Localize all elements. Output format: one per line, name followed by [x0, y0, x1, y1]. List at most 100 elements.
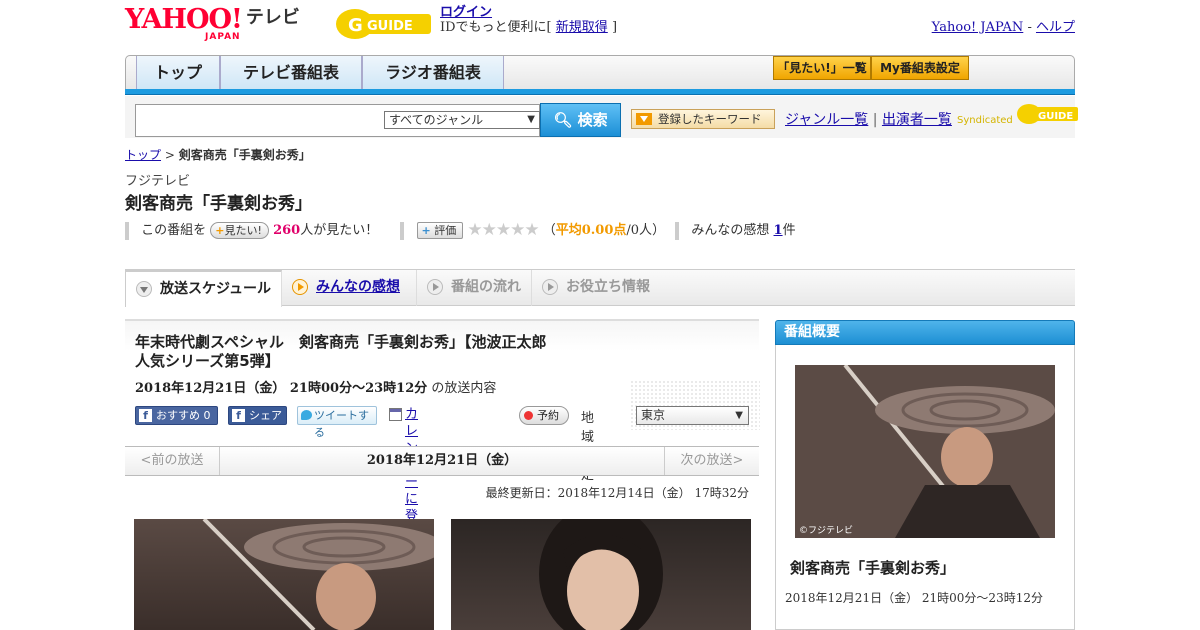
genre-select-value: すべてのジャンル	[389, 113, 484, 127]
reserve-button[interactable]: 予約	[519, 406, 569, 425]
login-link[interactable]: ログイン	[440, 5, 492, 20]
play-arrow-icon	[427, 279, 443, 295]
tv-label: テレビ	[245, 7, 300, 28]
chevron-down-icon	[136, 281, 152, 297]
tab-label: 放送スケジュール	[160, 281, 272, 297]
broadcast-time: 2018年12月21日（金） 21時00分～23時12分 の放送内容	[135, 377, 496, 396]
want-suffix: 人が見たい！	[300, 223, 379, 238]
genre-select[interactable]: すべてのジャンル ▼	[384, 111, 540, 129]
current-date: 2018年12月21日（金）	[366, 453, 518, 468]
want-prefix: この番組を	[141, 223, 207, 238]
broadcast-suffix: の放送内容	[431, 381, 497, 396]
rating-row: この番組を +見たい! 260人が見たい！ + 評価 ★★★★★ （平均0.00…	[125, 221, 796, 240]
impressions-count-link[interactable]: 1	[774, 223, 783, 238]
yahoo-japan-link[interactable]: Yahoo! JAPAN	[932, 20, 1024, 35]
keyword-button-label: 登録したキーワード	[658, 112, 762, 126]
plus-icon: +	[215, 224, 225, 237]
breadcrumb-separator: >	[164, 148, 175, 162]
tab-impressions[interactable]: みんなの感想	[282, 270, 417, 306]
rating-close: ）	[652, 223, 666, 238]
nav-tab-tv-schedule[interactable]: テレビ番組表	[220, 56, 362, 90]
sidebar-photo-art: ©フジテレビ	[795, 365, 1055, 538]
prev-broadcast-link[interactable]: <前の放送	[125, 447, 220, 475]
want-button[interactable]: +見たい!	[210, 222, 269, 239]
want-count: 260	[273, 223, 301, 238]
play-arrow-icon	[292, 279, 308, 295]
yahoo-tv-logo[interactable]: YAHOO! テレビ JAPAN	[125, 4, 300, 42]
breadcrumb-home[interactable]: トップ	[125, 148, 161, 162]
broadcast-datetime: 2018年12月21日（金） 21時00分～23時12分	[135, 381, 428, 396]
login-note-suffix: ]	[611, 20, 618, 35]
separator	[675, 221, 680, 240]
keyword-button[interactable]: 登録したキーワード	[631, 109, 775, 129]
rate-button[interactable]: + 評価	[416, 222, 464, 239]
chevron-down-icon: ▼	[527, 114, 535, 125]
dropdown-arrow-icon	[636, 113, 652, 125]
gguide-small-logo: GUIDE	[1016, 104, 1078, 124]
signup-link[interactable]: 新規取得	[556, 20, 608, 35]
sidebar-heading: 番組概要	[775, 320, 1075, 345]
nav-tab-radio-schedule[interactable]: ラジオ番組表	[362, 56, 504, 90]
cast-list-link[interactable]: 出演者一覧	[882, 112, 952, 128]
date-navigation: <前の放送 2018年12月21日（金） 次の放送>	[125, 446, 759, 476]
photo-2-art	[539, 519, 663, 630]
genre-links: ジャンル一覧 | 出演者一覧	[785, 109, 952, 129]
last-updated: 最終更新日：2018年12月14日（金） 17時32分	[485, 486, 749, 500]
my-schedule-button[interactable]: My番組表設定	[871, 56, 969, 80]
top-links: Yahoo! JAPAN - ヘルプ	[932, 16, 1075, 35]
photo-credit: ©フジテレビ	[799, 525, 853, 536]
breadcrumb-current: 剣客商売「手裏剣お秀」	[178, 148, 311, 162]
facebook-recommend-button[interactable]: f おすすめ 0	[135, 406, 218, 425]
login-area: ログイン IDでもっと便利に[ 新規取得 ]	[440, 5, 617, 35]
help-link[interactable]: ヘルプ	[1036, 20, 1075, 35]
twitter-bird-icon	[301, 410, 312, 420]
rating-average: 平均0.00点	[555, 223, 627, 238]
link-divider: |	[872, 112, 878, 128]
gguide-logo[interactable]: G GUIDE	[335, 6, 431, 40]
photo-1-art	[202, 519, 434, 630]
link-separator: -	[1027, 20, 1032, 35]
tab-label: 番組の流れ	[451, 279, 521, 295]
separator	[125, 221, 129, 240]
yahoo-logo-sub: JAPAN	[205, 32, 241, 42]
facebook-icon: f	[139, 409, 152, 422]
search-icon: 🔍︎	[553, 111, 573, 129]
search-button[interactable]: 🔍︎ 検索	[540, 103, 621, 137]
fb-share-label: シェア	[249, 409, 282, 422]
play-arrow-icon	[542, 279, 558, 295]
broadcast-title-line2: 人気シリーズ第5弾】	[135, 352, 280, 370]
svg-text:G: G	[348, 15, 363, 36]
calendar-icon	[389, 408, 402, 421]
tweet-button[interactable]: ツイートする	[297, 406, 377, 439]
facebook-share-button[interactable]: f シェア	[228, 406, 287, 425]
svg-text:GUIDE: GUIDE	[1038, 111, 1073, 122]
record-dot-icon	[524, 411, 533, 420]
program-tabs: 放送スケジュール みんなの感想 番組の流れ お役立ち情報	[125, 270, 1075, 307]
calendar-link[interactable]: カレンダーに登録	[389, 406, 418, 541]
next-broadcast-link[interactable]: 次の放送>	[664, 447, 759, 475]
nav-stripe	[125, 89, 1075, 95]
syndicated-badge: Syndicated GUIDE	[957, 103, 1078, 126]
broadcast-title-line1: 年末時代劇スペシャル 剣客商売「手裏剣お秀」【池波正太郎	[135, 333, 547, 351]
page-title: 剣客商売「手裏剣お秀」	[125, 194, 312, 214]
broadcast-title: 年末時代劇スペシャル 剣客商売「手裏剣お秀」【池波正太郎 人気シリーズ第5弾】	[135, 333, 605, 371]
tab-label: みんなの感想	[316, 279, 400, 295]
sidebar-photo[interactable]: ©フジテレビ	[795, 365, 1055, 538]
station-name: フジテレビ	[125, 174, 191, 189]
separator	[400, 221, 405, 240]
program-photo-2[interactable]	[451, 519, 751, 630]
region-select[interactable]: 東京 ▼	[636, 406, 749, 425]
region-value: 東京	[641, 408, 666, 422]
genre-list-link[interactable]: ジャンル一覧	[785, 112, 868, 128]
yahoo-logo-text: YAHOO!	[125, 4, 243, 35]
chevron-down-icon: ▼	[735, 410, 743, 421]
rating-open: （	[542, 223, 556, 238]
search-button-label: 検索	[577, 111, 608, 129]
program-photo-1[interactable]	[134, 519, 434, 630]
tab-schedule[interactable]: 放送スケジュール	[125, 270, 282, 307]
syndicated-label: Syndicated	[957, 115, 1013, 126]
nav-tab-top[interactable]: トップ	[136, 56, 220, 90]
want-list-button[interactable]: 「見たい!」一覧	[773, 56, 871, 80]
impressions-unit: 件	[782, 223, 796, 238]
sidebar-time: 2018年12月21日（金） 21時00分～23時12分	[785, 591, 1043, 605]
